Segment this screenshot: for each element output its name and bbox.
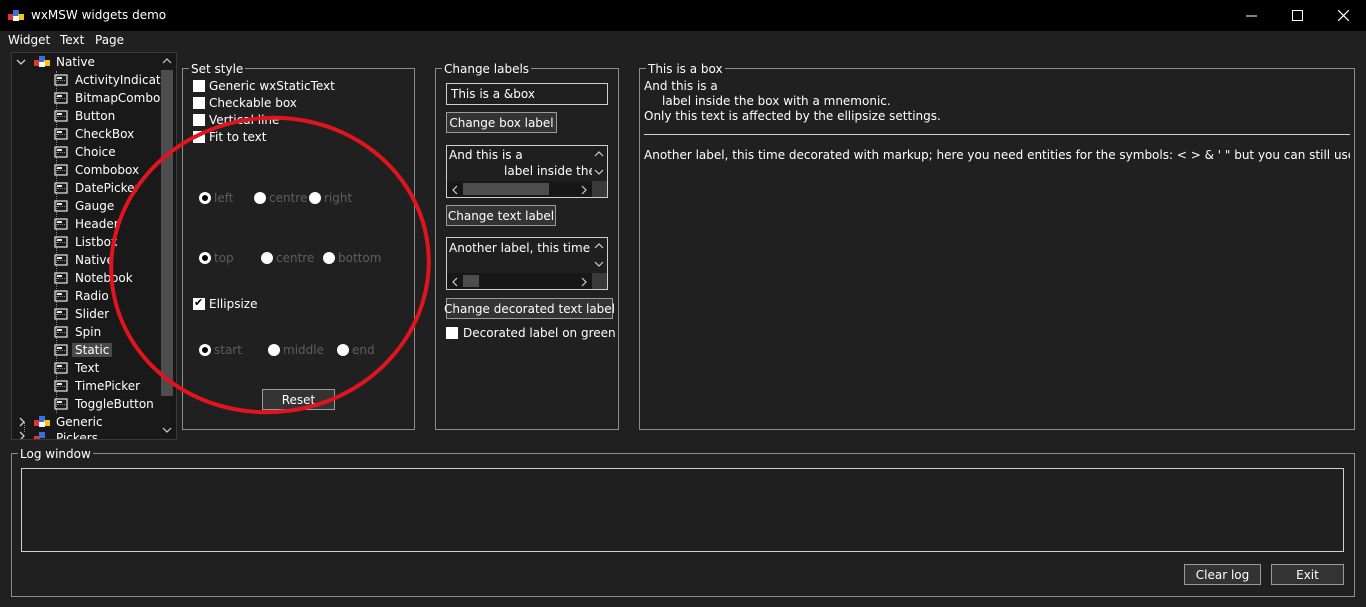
change-box-label-button[interactable]: Change box label xyxy=(446,112,557,133)
scroll-corner xyxy=(592,181,607,197)
timepicker-icon xyxy=(54,380,68,392)
change-labels-title: Change labels xyxy=(442,62,532,76)
title-bar xyxy=(0,0,1366,31)
spin-icon xyxy=(54,326,68,338)
markup-label: Another label, this time decorated with … xyxy=(644,148,1350,162)
maximize-icon xyxy=(1291,10,1303,21)
tree-item-activityindicator[interactable]: ActivityIndicator xyxy=(53,71,161,89)
button-icon xyxy=(54,110,68,122)
check-checkable-box[interactable]: Checkable box xyxy=(193,96,297,110)
menu-bar xyxy=(0,31,1366,51)
tree-node-native-label: Native xyxy=(56,55,95,69)
native-icon xyxy=(54,254,68,266)
tree-item-label: BitmapCombobox xyxy=(75,91,161,105)
togglebutton-icon xyxy=(54,398,68,410)
log-textarea[interactable] xyxy=(21,468,1344,552)
close-icon xyxy=(1337,10,1349,21)
scroll-right-icon[interactable] xyxy=(580,277,588,287)
checkbox-checkable[interactable] xyxy=(193,97,205,109)
pickers-folder-icon xyxy=(34,432,45,439)
minimize-icon xyxy=(1245,15,1257,17)
close-button[interactable] xyxy=(1320,0,1366,31)
window-title: wxMSW widgets demo xyxy=(31,8,167,22)
radio-icon xyxy=(54,290,68,302)
tree-item-label: Spin xyxy=(75,325,102,339)
log-window-title: Log window xyxy=(18,447,93,461)
scroll-left-icon[interactable] xyxy=(451,185,459,195)
maximize-button[interactable] xyxy=(1274,0,1320,31)
tree-node-pickers-label: Pickers xyxy=(56,431,98,440)
generic-folder-icon xyxy=(34,416,50,427)
menu-widget[interactable]: Widget xyxy=(8,33,50,47)
checkbox-green[interactable] xyxy=(446,327,458,339)
chevron-right-icon xyxy=(19,417,25,427)
scroll-up-icon[interactable] xyxy=(594,150,604,158)
menu-page[interactable]: Page xyxy=(95,33,124,47)
box-text-line2: label inside the box with a mnemonic. xyxy=(662,94,891,108)
check-generic-static-text[interactable]: Generic wxStaticText xyxy=(193,79,335,93)
header-icon xyxy=(54,218,68,230)
text-label-line1: And this is a xyxy=(449,148,523,162)
scroll-left-icon[interactable] xyxy=(451,277,459,287)
tree-node-generic-label: Generic xyxy=(56,415,103,429)
checkbox-generic[interactable] xyxy=(193,80,205,92)
scroll-corner xyxy=(592,273,607,289)
box-text-line3: Only this text is affected by the ellips… xyxy=(644,109,941,123)
tree-node-generic[interactable]: Generic xyxy=(18,413,103,431)
exit-button[interactable]: Exit xyxy=(1271,564,1344,585)
menu-text[interactable]: Text xyxy=(60,33,84,47)
tree-item-label: Text xyxy=(75,361,100,375)
annotation-circle xyxy=(109,115,431,415)
gauge-icon xyxy=(54,200,68,212)
checkbox-icon xyxy=(54,128,68,140)
text-label-input[interactable]: And this is a label inside the b xyxy=(446,145,608,198)
check-decorated-on-green[interactable]: Decorated label on green xyxy=(446,326,616,340)
tree-item-bitmapcombobox[interactable]: BitmapCombobox xyxy=(53,89,161,107)
chevron-right-icon xyxy=(19,431,25,439)
scroll-down-icon[interactable] xyxy=(594,168,604,176)
activityindicator-icon xyxy=(54,74,68,86)
horizontal-separator xyxy=(644,134,1350,135)
scroll-up-icon[interactable] xyxy=(162,57,172,65)
native-folder-icon xyxy=(34,56,50,67)
check-generic-label: Generic wxStaticText xyxy=(209,79,335,93)
combobox-icon xyxy=(54,164,68,176)
check-green-label: Decorated label on green xyxy=(463,326,616,340)
text-icon xyxy=(54,362,68,374)
decorated-label-text: Another label, this time <b xyxy=(449,241,592,255)
tree-node-pickers[interactable]: Pickers xyxy=(18,431,98,440)
box-label-input[interactable]: This is a &box xyxy=(446,83,608,105)
set-style-title: Set style xyxy=(189,62,246,76)
static-icon xyxy=(54,344,68,356)
change-text-label-button[interactable]: Change text label xyxy=(446,205,556,226)
text-label-line2: label inside the b xyxy=(504,164,592,178)
text-label-hscroll-thumb[interactable] xyxy=(463,183,549,195)
tree-node-native[interactable]: Native xyxy=(16,53,95,71)
tree-item-text[interactable]: Text xyxy=(53,359,99,377)
tree-item-label: ActivityIndicator xyxy=(75,73,161,87)
static-box-title: This is a box xyxy=(646,62,725,76)
notebook-icon xyxy=(54,272,68,284)
box-text-line1: And this is a xyxy=(644,79,718,93)
decorated-label-input[interactable]: Another label, this time <b xyxy=(446,237,608,290)
decorated-label-hscroll-thumb[interactable] xyxy=(463,275,479,287)
change-decorated-label-button[interactable]: Change decorated text label xyxy=(444,298,615,319)
tree-item-spin[interactable]: Spin xyxy=(53,323,101,341)
minimize-button[interactable] xyxy=(1228,0,1274,31)
bitmapcombobox-icon xyxy=(54,92,68,104)
app-icon xyxy=(8,10,24,21)
chevron-down-icon xyxy=(16,59,26,65)
choice-icon xyxy=(54,146,68,158)
listbox-icon xyxy=(54,236,68,248)
check-checkable-label: Checkable box xyxy=(209,96,297,110)
scroll-down-icon[interactable] xyxy=(594,260,604,268)
clear-log-button[interactable]: Clear log xyxy=(1184,564,1261,585)
scroll-up-icon[interactable] xyxy=(594,242,604,250)
scroll-right-icon[interactable] xyxy=(580,185,588,195)
slider-icon xyxy=(54,308,68,320)
datepicker-icon xyxy=(54,182,68,194)
